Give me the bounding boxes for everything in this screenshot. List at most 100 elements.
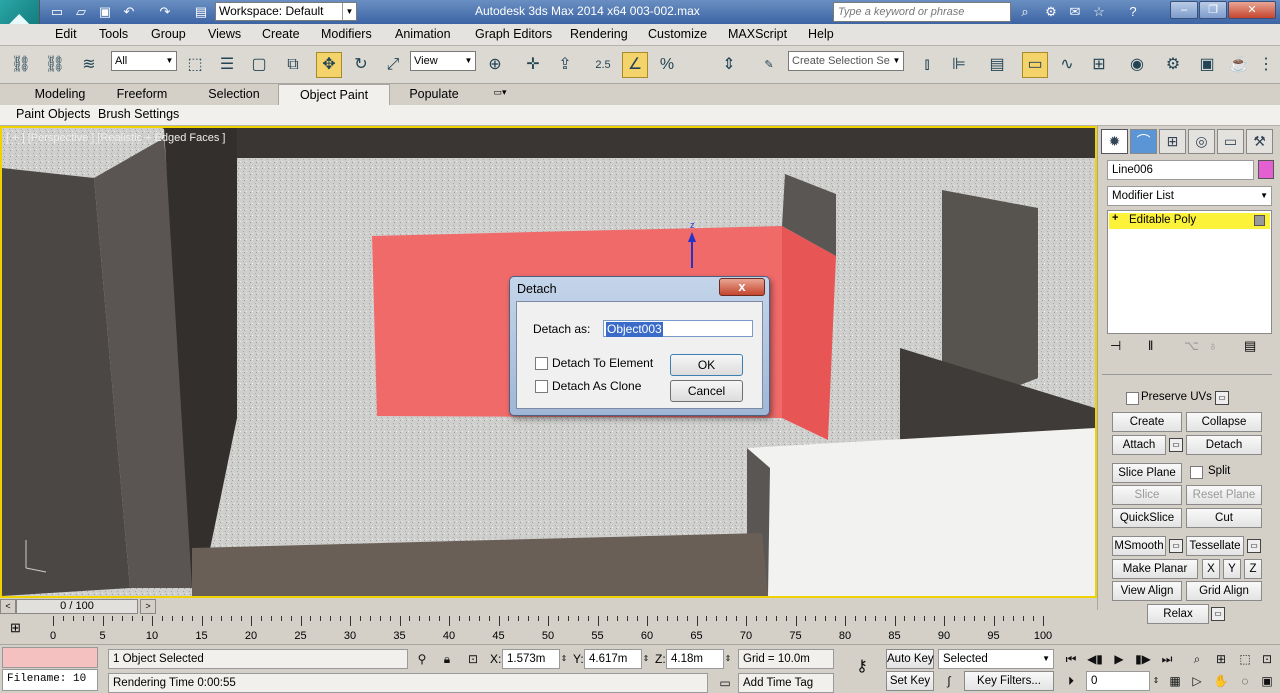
next-frame-icon[interactable]: ▮▶ — [1132, 649, 1154, 669]
maximize-viewport-icon[interactable]: ▣ — [1256, 671, 1278, 691]
x-coordinate-field[interactable]: 1.573m — [502, 649, 560, 669]
select-by-name-icon[interactable]: ☰ — [214, 52, 240, 78]
planar-z-button[interactable]: Z — [1244, 559, 1262, 579]
align-icon[interactable]: ⊫ — [946, 52, 972, 78]
rectangular-selection-icon[interactable]: ▢ — [246, 52, 272, 78]
menu-group[interactable]: Group — [151, 27, 186, 41]
dialog-close-button[interactable]: x — [719, 278, 765, 296]
workspace-dropdown[interactable]: Workspace: Default ▼ — [215, 2, 357, 21]
relax-settings-icon[interactable]: ▭ — [1211, 607, 1225, 621]
selection-filter-dropdown[interactable]: All ▼ — [111, 51, 177, 71]
menu-animation[interactable]: Animation — [395, 27, 451, 41]
curve-editor-icon[interactable]: ∿ — [1054, 52, 1080, 78]
ribbon-options-icon[interactable]: ▭▾ — [486, 84, 514, 105]
attach-button[interactable]: Attach — [1112, 435, 1166, 455]
maxscript-listener-top[interactable] — [2, 647, 98, 668]
add-time-tag-field[interactable]: Add Time Tag — [738, 673, 834, 693]
save-icon[interactable]: ▣ — [96, 3, 114, 20]
help-icon[interactable]: ? — [1124, 3, 1142, 20]
grid-align-button[interactable]: Grid Align — [1186, 581, 1262, 601]
attach-settings-icon[interactable]: ▭ — [1169, 438, 1183, 452]
toolbar-more-icon[interactable]: ⋮ — [1256, 52, 1276, 78]
time-slider[interactable]: < 0 / 100 > — [0, 598, 1097, 616]
menu-edit[interactable]: Edit — [55, 27, 77, 41]
rendered-frame-window-icon[interactable]: ▣ — [1194, 52, 1220, 78]
ribbon-tab-freeform[interactable]: Freeform — [108, 84, 176, 105]
ok-button[interactable]: OK — [670, 354, 743, 376]
pin-stack-icon[interactable]: ⊣ — [1110, 338, 1121, 354]
menu-graph-editors[interactable]: Graph Editors — [475, 27, 552, 41]
preserve-uvs-checkbox[interactable] — [1126, 392, 1139, 405]
detach-as-input[interactable]: Object003 — [603, 320, 753, 337]
key-filters-button[interactable]: Key Filters... — [964, 671, 1054, 691]
named-selection-sets-dropdown[interactable]: Create Selection Se ▼ — [788, 51, 904, 71]
isolate-selection-icon[interactable]: ⚲ — [411, 649, 433, 669]
slice-button[interactable]: Slice — [1112, 485, 1182, 505]
new-file-icon[interactable]: ▭ — [48, 3, 66, 20]
current-frame-field[interactable]: 0 — [1086, 671, 1150, 691]
time-tag-icon[interactable]: ▭ — [714, 673, 736, 693]
stack-item-editable-poly[interactable]: + Editable Poly — [1109, 212, 1270, 229]
preserve-uvs-settings-icon[interactable]: ▭ — [1215, 391, 1229, 405]
configure-modifier-sets-icon[interactable]: ▤ — [1244, 338, 1256, 354]
unlink-icon[interactable]: ⛓ — [42, 52, 68, 78]
stack-item-toggle-icon[interactable] — [1254, 215, 1265, 226]
reset-plane-button[interactable]: Reset Plane — [1186, 485, 1262, 505]
render-production-icon[interactable]: ☕ — [1226, 52, 1252, 78]
cut-button[interactable]: Cut — [1186, 508, 1262, 528]
go-to-end-icon[interactable]: ⏭ — [1156, 649, 1178, 669]
detach-to-element-checkbox[interactable] — [535, 357, 548, 370]
msmooth-settings-icon[interactable]: ▭ — [1169, 539, 1183, 553]
schematic-view-icon[interactable]: ⊞ — [1086, 52, 1112, 78]
brush-settings-panel[interactable]: Brush Settings — [98, 107, 179, 121]
snaps-toggle-icon[interactable]: 2.5 — [590, 52, 616, 78]
expand-plus-icon[interactable]: + — [1112, 212, 1118, 224]
key-selection-dropdown[interactable]: Selected ▼ — [938, 649, 1054, 669]
window-crossing-icon[interactable]: ⧉ — [280, 52, 306, 78]
orbit-icon[interactable]: ◌ — [1234, 671, 1256, 691]
ribbon-tab-selection[interactable]: Selection — [196, 84, 272, 105]
zoom-extents-all-icon[interactable]: ⊡ — [1256, 649, 1278, 669]
create-button[interactable]: Create — [1112, 412, 1182, 432]
make-unique-icon[interactable]: ⌥ — [1184, 338, 1199, 354]
select-and-rotate-icon[interactable]: ↻ — [348, 52, 374, 78]
subscription-icon[interactable]: ⚙ — [1042, 3, 1060, 20]
menu-tools[interactable]: Tools — [99, 27, 128, 41]
selection-lock-icon[interactable]: 🔒︎ — [436, 649, 458, 669]
zoom-all-icon[interactable]: ⊞ — [1210, 649, 1232, 669]
layer-manager-icon[interactable]: ▤ — [984, 52, 1010, 78]
auto-key-button[interactable]: Auto Key — [886, 649, 934, 669]
time-configuration-icon[interactable]: ▦ — [1164, 671, 1186, 691]
field-of-view-icon[interactable]: ▷ — [1186, 671, 1208, 691]
menu-views[interactable]: Views — [208, 27, 241, 41]
edit-named-selection-icon[interactable]: ✎ — [756, 52, 782, 78]
absolute-mode-transform-icon[interactable]: ⊡ — [462, 649, 484, 669]
select-object-icon[interactable]: ⬚ — [182, 52, 208, 78]
menu-create[interactable]: Create — [262, 27, 300, 41]
x-spinner-icon[interactable]: ⇕ — [558, 649, 570, 669]
mirror-icon[interactable]: ⫾ — [914, 52, 940, 78]
create-tab-icon[interactable]: ✹ — [1101, 129, 1128, 154]
maxscript-listener-bottom[interactable]: Filename: 10 — [2, 669, 98, 691]
relax-button-label[interactable]: Relax — [1147, 604, 1209, 624]
planar-y-button[interactable]: Y — [1223, 559, 1241, 579]
favorites-star-icon[interactable]: ☆ — [1090, 3, 1108, 20]
viewport-label-menu[interactable]: [ + ] [Perspective ] [Realistic + Edged … — [6, 132, 226, 144]
frame-spinner-icon[interactable]: ⇕ — [1150, 671, 1162, 691]
bind-spacewarp-icon[interactable]: ≋ — [76, 52, 102, 78]
binoculars-icon[interactable]: ⌕ — [1016, 3, 1034, 20]
display-tab-icon[interactable]: ▭ — [1217, 129, 1244, 154]
communication-icon[interactable]: ✉ — [1066, 3, 1084, 20]
planar-x-button[interactable]: X — [1202, 559, 1220, 579]
close-window-button[interactable]: ✕ — [1228, 1, 1276, 19]
menu-maxscript[interactable]: MAXScript — [728, 27, 787, 41]
tessellate-button[interactable]: Tessellate — [1186, 536, 1244, 556]
project-folder-icon[interactable]: ▤ — [192, 3, 210, 20]
play-icon[interactable]: ▶ — [1108, 649, 1130, 669]
percent-snap-icon[interactable]: % — [654, 52, 680, 78]
keyboard-shortcut-override-icon[interactable]: ⇪ — [552, 52, 578, 78]
zoom-extents-icon[interactable]: ⬚ — [1234, 649, 1256, 669]
paint-objects-panel[interactable]: Paint Objects — [16, 107, 90, 121]
key-mode-toggle-icon[interactable]: ⏵ — [1060, 671, 1082, 691]
menu-help[interactable]: Help — [808, 27, 834, 41]
